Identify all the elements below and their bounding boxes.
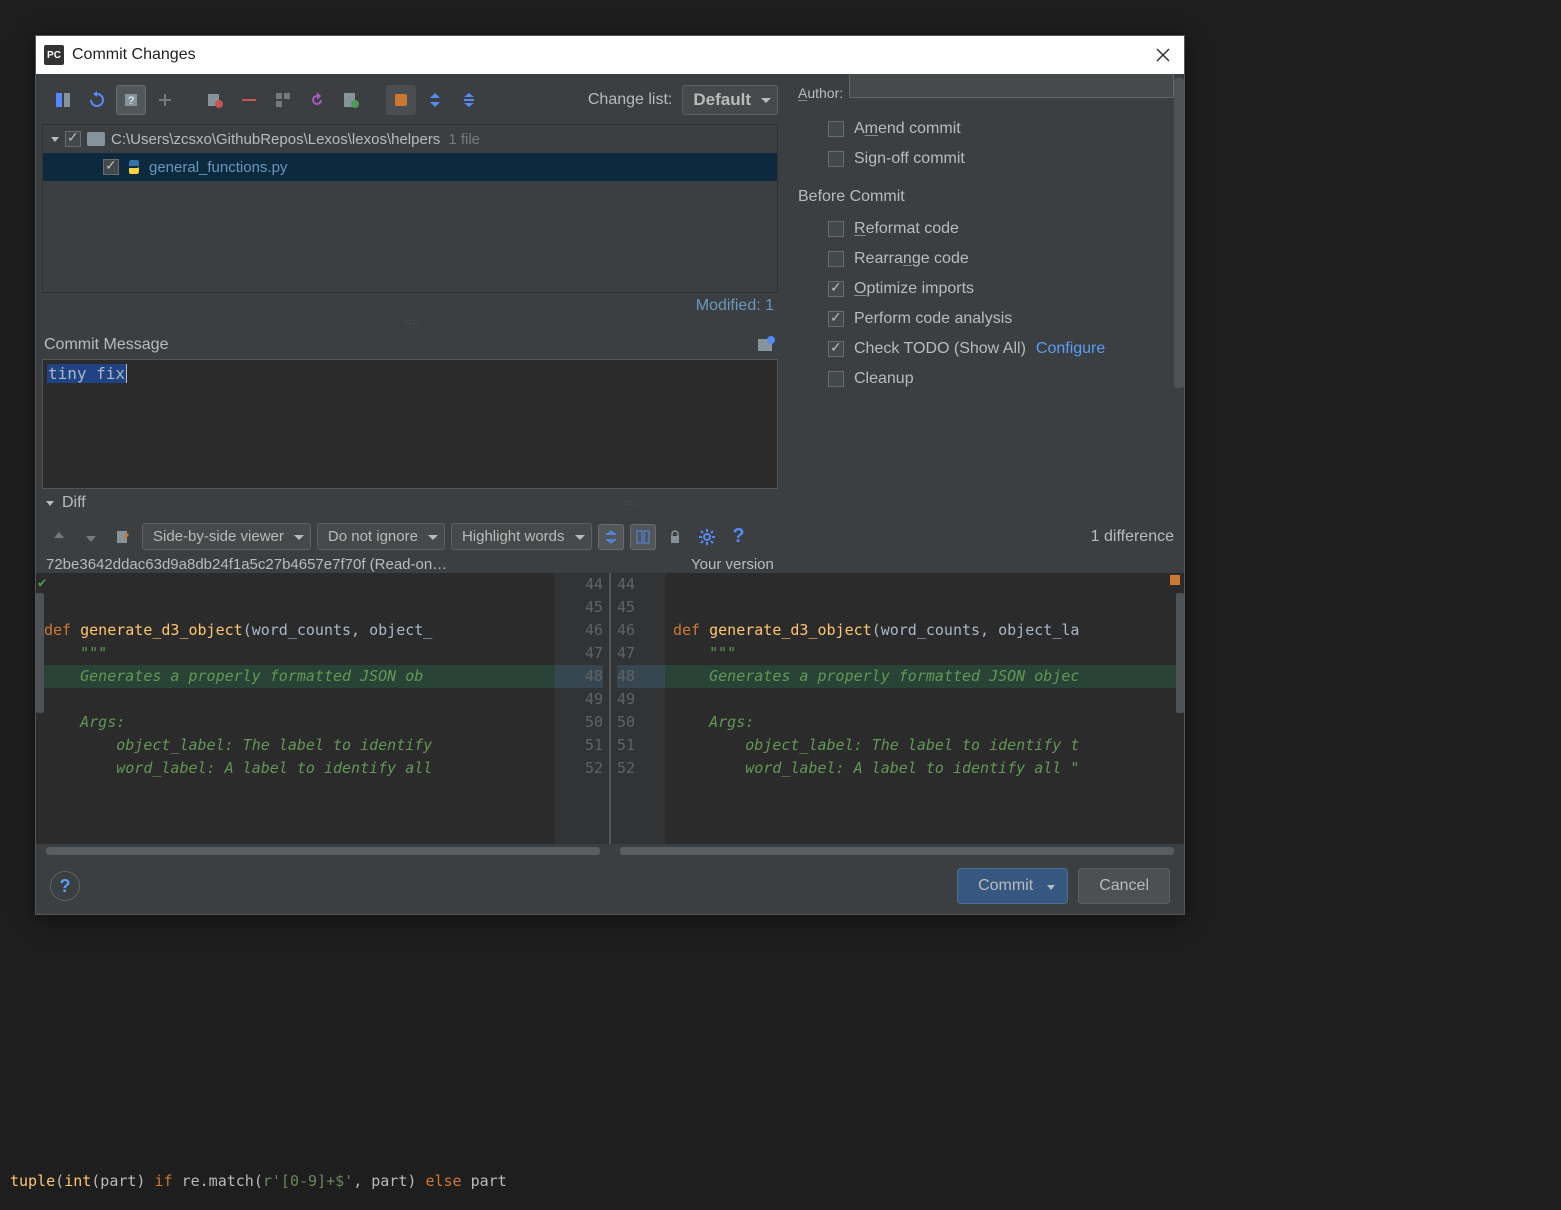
edit-source-icon[interactable] bbox=[110, 524, 136, 550]
viewer-mode-dropdown[interactable]: Side-by-side viewer bbox=[142, 523, 311, 550]
folder-path: C:\Users\zcsxo\GithubRepos\Lexos\lexos\h… bbox=[111, 131, 440, 148]
changelist-label: Change list: bbox=[588, 91, 673, 109]
message-history-icon[interactable] bbox=[756, 335, 776, 355]
modified-count: Modified: 1 bbox=[42, 293, 784, 319]
prev-diff-icon[interactable] bbox=[46, 524, 72, 550]
reformat-label: Reformat code bbox=[854, 220, 959, 238]
expand-all-icon[interactable] bbox=[386, 85, 416, 115]
diff-right-header: Your version bbox=[691, 556, 1174, 573]
optimize-label: Optimize imports bbox=[854, 280, 974, 298]
sync-scroll-icon[interactable] bbox=[630, 524, 656, 550]
collapse-icon[interactable] bbox=[454, 85, 484, 115]
file-name: general_functions.py bbox=[149, 159, 287, 176]
author-label: Author: bbox=[798, 85, 843, 101]
diff-gutter-right: 44 45 46 47 48 49 50 51 52 bbox=[610, 573, 665, 844]
diff-count: 1 difference bbox=[1091, 528, 1174, 546]
file-checkbox[interactable] bbox=[103, 159, 119, 175]
changelist-dropdown[interactable]: Default bbox=[682, 85, 778, 115]
background-codeline: tuple(int(part) if re.match(r'[0-9]+$', … bbox=[10, 1172, 507, 1190]
chevron-down-icon bbox=[44, 497, 56, 509]
collapse-all-icon[interactable] bbox=[420, 85, 450, 115]
rearrange-checkbox[interactable] bbox=[828, 251, 844, 267]
todo-checkbox[interactable] bbox=[828, 341, 844, 357]
before-commit-header: Before Commit bbox=[798, 174, 1174, 214]
diff-pane-headers: 72be3642ddac63d9a8db24f1a5c27b4657e7f70f… bbox=[36, 556, 1184, 573]
diff-view[interactable]: ✔ def generate_d3_object(word_counts, ob… bbox=[36, 573, 1184, 844]
diff-ok-icon: ✔ bbox=[38, 575, 46, 591]
options-scrollbar[interactable] bbox=[1174, 78, 1184, 388]
close-icon bbox=[1155, 47, 1171, 63]
todo-label: Check TODO (Show All) bbox=[854, 340, 1026, 358]
highlight-mode-dropdown[interactable]: Highlight words bbox=[451, 523, 592, 550]
diff-change-marker bbox=[1170, 575, 1180, 585]
optimize-checkbox[interactable] bbox=[828, 281, 844, 297]
help-icon[interactable]: ? bbox=[726, 524, 752, 550]
analysis-label: Perform code analysis bbox=[854, 310, 1012, 328]
diff-toolbar: Side-by-side viewer Do not ignore Highli… bbox=[36, 517, 1184, 556]
commit-button[interactable]: Commit bbox=[957, 868, 1068, 904]
group-icon[interactable] bbox=[268, 85, 298, 115]
delete-icon[interactable] bbox=[234, 85, 264, 115]
cleanup-label: Cleanup bbox=[854, 370, 914, 388]
show-diff-icon[interactable] bbox=[48, 85, 78, 115]
collapse-unchanged-icon[interactable] bbox=[598, 524, 624, 550]
diff-left-scrollbar[interactable] bbox=[36, 593, 44, 713]
configure-link[interactable]: Configure bbox=[1036, 340, 1105, 358]
commit-message-label: Commit Message bbox=[42, 329, 784, 359]
diff-right-pane[interactable]: def generate_d3_object(word_counts, obje… bbox=[665, 573, 1184, 844]
dialog-titlebar: PC Commit Changes bbox=[36, 36, 1184, 74]
refresh-icon[interactable] bbox=[82, 85, 112, 115]
next-diff-icon[interactable] bbox=[78, 524, 104, 550]
help-button[interactable]: ? bbox=[50, 871, 80, 901]
signoff-label: Sign-off commit bbox=[854, 150, 965, 168]
pycharm-icon: PC bbox=[44, 45, 64, 65]
folder-checkbox[interactable] bbox=[65, 131, 81, 147]
add-icon[interactable] bbox=[150, 85, 180, 115]
dialog-button-bar: ? Commit Cancel bbox=[36, 858, 1184, 914]
commit-changes-dialog: PC Commit Changes ? bbox=[35, 35, 1185, 915]
cleanup-checkbox[interactable] bbox=[828, 371, 844, 387]
tree-folder-row[interactable]: C:\Users\zcsxo\GithubRepos\Lexos\lexos\h… bbox=[43, 125, 777, 153]
diff-gutter-left: 44 45 46 47 48 49 50 51 52 bbox=[555, 573, 610, 844]
diff-horizontal-scrollbars[interactable] bbox=[36, 844, 1184, 858]
cancel-button[interactable]: Cancel bbox=[1078, 868, 1170, 904]
revert-icon[interactable]: ? bbox=[116, 85, 146, 115]
diff-title: Diff bbox=[62, 494, 86, 512]
svg-text:?: ? bbox=[128, 95, 134, 107]
changes-toolbar: ? Change list: Default bbox=[42, 80, 784, 120]
author-input[interactable] bbox=[849, 74, 1174, 98]
ignore-mode-dropdown[interactable]: Do not ignore bbox=[317, 523, 445, 550]
signoff-checkbox[interactable] bbox=[828, 151, 844, 167]
settings-gear-icon[interactable] bbox=[694, 524, 720, 550]
diff-splitter-grip[interactable]: :::: bbox=[623, 500, 639, 507]
changes-tree[interactable]: C:\Users\zcsxo\GithubRepos\Lexos\lexos\h… bbox=[42, 124, 778, 293]
diff-left-header: 72be3642ddac63d9a8db24f1a5c27b4657e7f70f… bbox=[46, 556, 581, 573]
file-count: 1 file bbox=[448, 131, 480, 148]
analysis-checkbox[interactable] bbox=[828, 311, 844, 327]
diff-right-scrollbar[interactable] bbox=[1176, 593, 1184, 713]
rollback-icon[interactable] bbox=[302, 85, 332, 115]
dialog-title: Commit Changes bbox=[72, 46, 196, 64]
amend-label: Amend commit bbox=[854, 120, 961, 138]
options-panel: Author: Amend commit Sign-off commit Bef… bbox=[784, 74, 1184, 489]
commit-message-textarea[interactable]: tiny fix bbox=[42, 359, 778, 489]
folder-icon bbox=[87, 132, 105, 146]
tree-file-row[interactable]: general_functions.py bbox=[43, 153, 777, 181]
diff-left-pane[interactable]: ✔ def generate_d3_object(word_counts, ob… bbox=[36, 573, 555, 844]
commit-message-text: tiny fix bbox=[47, 364, 127, 383]
python-file-icon bbox=[125, 158, 143, 176]
diff-section-header[interactable]: Diff :::: bbox=[36, 489, 1184, 517]
reformat-checkbox[interactable] bbox=[828, 221, 844, 237]
chevron-down-icon bbox=[49, 133, 61, 145]
close-button[interactable] bbox=[1152, 44, 1174, 66]
amend-checkbox[interactable] bbox=[828, 121, 844, 137]
lock-icon[interactable] bbox=[662, 524, 688, 550]
rearrange-label: Rearrange code bbox=[854, 250, 969, 268]
new-changelist-icon[interactable] bbox=[336, 85, 366, 115]
splitter-grip[interactable]: :::: bbox=[42, 319, 784, 329]
move-to-changelist-icon[interactable] bbox=[200, 85, 230, 115]
